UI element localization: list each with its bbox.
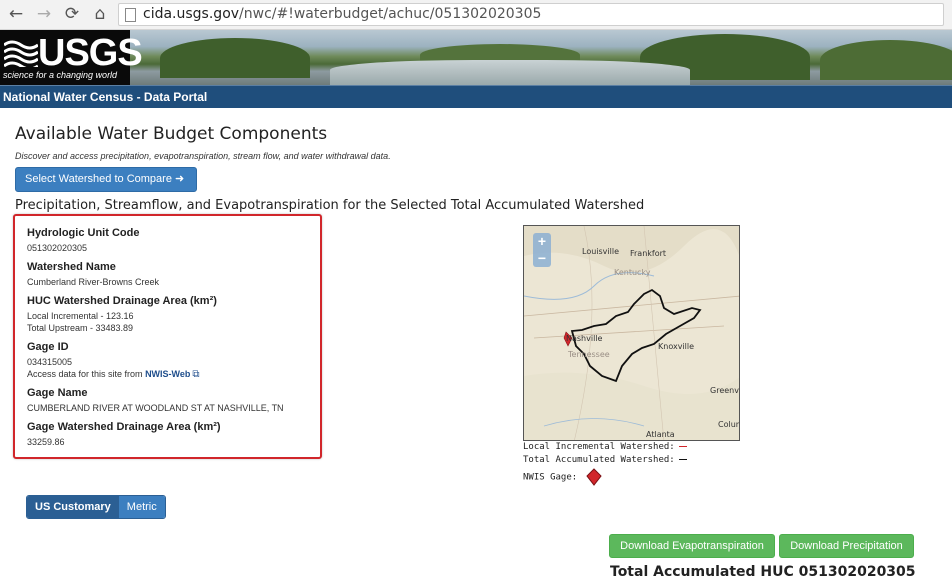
usgs-tagline: science for a changing world bbox=[3, 70, 118, 80]
map-label-knoxville: Knoxville bbox=[658, 342, 695, 351]
river-image bbox=[330, 60, 690, 85]
usgs-wave-icon bbox=[4, 40, 38, 67]
gage-name-label: Gage Name bbox=[27, 387, 88, 399]
map-label-kentucky: Kentucky bbox=[614, 268, 651, 277]
select-watershed-compare-button[interactable]: Select Watershed to Compare ➜ bbox=[15, 167, 197, 192]
download-evapotranspiration-button[interactable]: Download Evapotranspiration bbox=[609, 534, 775, 558]
legend-nwis-gage: NWIS Gage: bbox=[523, 468, 602, 486]
gage-area-value: 33259.86 bbox=[27, 437, 65, 447]
url-text: cida.usgs.gov/nwc/#!waterbudget/achuc/05… bbox=[143, 6, 542, 22]
portal-nav-bar: National Water Census - Data Portal bbox=[0, 85, 952, 108]
map-label-louisville: Louisville bbox=[582, 247, 619, 256]
home-icon[interactable]: ⌂ bbox=[90, 4, 110, 24]
total-accumulated-huc-title: Total Accumulated HUC 051302020305 bbox=[610, 564, 916, 580]
nwis-access-line: Access data for this site from NWIS-Web ⧉ bbox=[27, 369, 200, 380]
watershed-name-label: Watershed Name bbox=[27, 261, 116, 273]
page-subtitle: Discover and access precipitation, evapo… bbox=[15, 151, 391, 161]
map-basemap bbox=[524, 226, 739, 440]
usgs-logo[interactable]: USGS science for a changing world bbox=[0, 30, 143, 85]
access-text: Access data for this site from bbox=[27, 369, 143, 379]
header-banner bbox=[0, 30, 952, 85]
download-precipitation-button[interactable]: Download Precipitation bbox=[779, 534, 914, 558]
huc-area-label: HUC Watershed Drainage Area (km²) bbox=[27, 295, 217, 307]
watershed-name-value: Cumberland River-Browns Creek bbox=[27, 277, 160, 287]
red-line-icon bbox=[678, 446, 687, 447]
map-label-tennessee: Tennessee bbox=[568, 350, 610, 359]
huc-area-upstream: Total Upstream - 33483.89 bbox=[27, 323, 134, 333]
nwis-web-link[interactable]: NWIS-Web bbox=[145, 369, 190, 379]
watershed-map[interactable]: + − Louisville Frankfort Kentucky Nashvi… bbox=[523, 225, 740, 441]
legend-local-watershed: Local Incremental Watershed: bbox=[523, 442, 687, 452]
huc-area-local: Local Incremental - 123.16 bbox=[27, 311, 134, 321]
us-customary-button[interactable]: US Customary bbox=[27, 496, 119, 518]
map-label-frankfort: Frankfort bbox=[630, 249, 667, 258]
zoom-out-button[interactable]: − bbox=[533, 250, 551, 267]
gage-name-value: CUMBERLAND RIVER AT WOODLAND ST AT NASHV… bbox=[27, 403, 284, 413]
reload-icon[interactable]: ⟳ bbox=[62, 4, 82, 24]
address-bar[interactable]: cida.usgs.gov/nwc/#!waterbudget/achuc/05… bbox=[118, 3, 944, 26]
gage-marker-icon bbox=[585, 468, 602, 486]
map-label-greenville: Greenvi bbox=[710, 386, 740, 395]
page-icon bbox=[125, 8, 136, 22]
legend-total-watershed: Total Accumulated Watershed: bbox=[523, 455, 687, 465]
back-icon[interactable]: ← bbox=[6, 4, 26, 24]
huc-label: Hydrologic Unit Code bbox=[27, 227, 140, 239]
huc-value: 051302020305 bbox=[27, 243, 88, 253]
gage-id-label: Gage ID bbox=[27, 341, 69, 353]
usgs-logo-text: USGS bbox=[38, 32, 143, 74]
map-label-atlanta: Atlanta bbox=[646, 430, 675, 439]
metric-button[interactable]: Metric bbox=[118, 496, 165, 518]
external-link-icon[interactable]: ⧉ bbox=[192, 369, 199, 380]
section-heading: Precipitation, Streamflow, and Evapotran… bbox=[15, 198, 645, 213]
map-label-nashville: Nashville bbox=[566, 334, 603, 343]
unit-toggle: US Customary Metric bbox=[26, 495, 166, 519]
map-label-columbia: Colum bbox=[718, 420, 739, 429]
black-line-icon bbox=[678, 459, 687, 460]
browser-toolbar: ← → ⟳ ⌂ cida.usgs.gov/nwc/#!waterbudget/… bbox=[0, 0, 952, 30]
gage-id-value: 034315005 bbox=[27, 357, 73, 367]
portal-title[interactable]: National Water Census - Data Portal bbox=[3, 90, 207, 104]
page-title: Available Water Budget Components bbox=[15, 124, 328, 144]
zoom-control: + − bbox=[533, 233, 551, 267]
forward-icon[interactable]: → bbox=[34, 4, 54, 24]
gage-area-label: Gage Watershed Drainage Area (km²) bbox=[27, 421, 221, 433]
zoom-in-button[interactable]: + bbox=[533, 233, 551, 250]
watershed-info-panel: Hydrologic Unit Code 051302020305 Waters… bbox=[13, 214, 322, 459]
